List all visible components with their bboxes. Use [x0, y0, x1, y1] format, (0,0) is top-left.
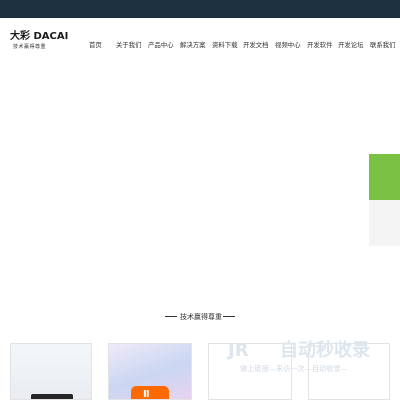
nav-item-products[interactable]: 产品中心	[148, 40, 174, 50]
product-card[interactable]: Ⅱ	[108, 343, 192, 400]
nav-item-dev-software[interactable]: 开发软件	[307, 40, 333, 50]
main-nav: 首页 关于我们 产品中心 解决方案 资料下载 开发文档 视频中心 开发软件 开发…	[0, 40, 400, 50]
product-card[interactable]	[10, 343, 92, 400]
nav-item-contact[interactable]: 联系我们	[370, 40, 396, 50]
watermark-overlay: JR 自动秒收录 做上链接—来访一次—自动收录—	[228, 340, 388, 378]
top-bar	[0, 0, 400, 18]
nav-item-forum[interactable]: 开发论坛	[338, 40, 364, 50]
nav-item-dev-docs[interactable]: 开发文档	[243, 40, 269, 50]
jr-logo-icon: JR	[228, 340, 249, 361]
section-title: 技术赢得尊重	[180, 313, 222, 321]
nav-item-videos[interactable]: 视频中心	[275, 40, 301, 50]
app-tile-image: Ⅱ	[131, 386, 169, 400]
app-logo-icon: Ⅱ	[143, 389, 150, 400]
site-header: 大彩 DACAI 技术赢得尊重 首页 关于我们 产品中心 解决方案 资料下载 开…	[0, 18, 400, 70]
section-heading: 技术赢得尊重	[0, 311, 400, 323]
heading-divider-right	[223, 316, 235, 317]
nav-item-home[interactable]: 首页	[89, 40, 102, 50]
side-tab-green[interactable]	[369, 154, 400, 200]
side-tab-gray[interactable]	[369, 200, 400, 246]
device-image	[31, 394, 73, 399]
nav-item-solutions[interactable]: 解决方案	[180, 40, 206, 50]
nav-item-about[interactable]: 关于我们	[116, 40, 142, 50]
watermark-main-text: 自动秒收录	[280, 340, 370, 361]
heading-divider-left	[165, 316, 177, 317]
watermark-sub-text: 做上链接—来访一次—自动收录—	[240, 364, 348, 373]
nav-item-downloads[interactable]: 资料下载	[212, 40, 238, 50]
